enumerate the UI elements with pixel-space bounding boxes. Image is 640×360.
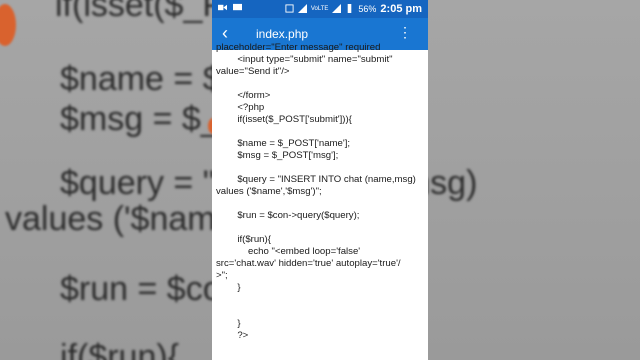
code-line: if($run){ [216,234,271,245]
code-line: src='chat.wav' hidden='true' autoplay='t… [216,258,401,269]
bg-code-line: values ('$name [5,200,235,238]
bg-code-line: if($run){ [60,338,180,360]
code-line: } [216,282,241,293]
code-line: $run = $con->query($query); [216,210,360,221]
code-line: $name = $_POST['name']; [216,138,351,149]
bg-code-line: if(isset($_P [55,0,226,24]
code-line: echo "<embed loop='false' [216,246,361,257]
bg-orange-blob [0,4,16,46]
sound-icon [285,3,294,15]
code-line: if(isset($_POST['submit'])){ [216,114,352,125]
code-line: </form> [216,90,271,101]
network-label: VoLTE [310,6,329,12]
battery-percent: 56% [358,4,377,14]
code-line: value="Send it"/> [216,66,290,77]
file-title: index.php [256,27,309,41]
back-arrow-icon[interactable]: ‹ [222,24,228,42]
code-line: $msg = $_POST['msg']; [216,150,339,161]
code-line: <input type="submit" name="submit" [216,54,393,65]
clock: 2:05 pm [380,3,422,15]
status-bar: VoLTE 56% 2:05 pm [212,0,428,18]
overflow-menu-icon[interactable]: ⋮ [398,25,412,39]
video-icon [218,3,227,14]
message-icon [233,3,242,14]
signal-icon [332,3,342,15]
signal-icon [297,3,307,15]
code-line: values ('$name','$msg')"; [216,186,322,197]
code-line: <?php [216,102,265,113]
battery-icon [345,3,354,15]
code-editor[interactable]: placeholder="Enter message" required <in… [212,42,428,360]
code-line: ?> [216,330,249,341]
code-line: $query = "INSERT INTO chat (name,msg) [216,174,416,185]
code-line: placeholder="Enter message" required [216,42,381,53]
code-line: >"; [216,270,228,281]
phone-screen: VoLTE 56% 2:05 pm ‹ index.php ⋮ placehol… [212,0,428,360]
code-line: } [216,318,241,329]
